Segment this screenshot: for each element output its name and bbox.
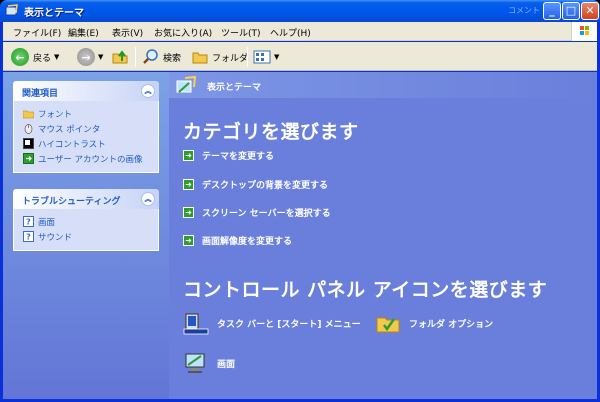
- forward-dropdown-icon[interactable]: ▼: [98, 53, 103, 61]
- task-label: スクリーン セーバーを選択する: [202, 209, 331, 219]
- title-bar[interactable]: 表示とテーマ コメント _ □ ✕: [0, 0, 600, 22]
- views-dropdown-icon[interactable]: ▼: [274, 53, 279, 61]
- help-icon: ?: [23, 216, 34, 227]
- cp-icon-label: フォルダ オプション: [409, 319, 494, 330]
- display-themes-icon: [5, 4, 18, 16]
- troubleshooting-panel: トラブルシューティング ︽ ? 画面 ? サウンド: [13, 189, 159, 251]
- sidebar-item-label: ハイコントラスト: [38, 139, 106, 150]
- close-button[interactable]: ✕: [581, 2, 599, 20]
- svg-text:?: ?: [26, 218, 31, 227]
- sidebar-item-label: サウンド: [38, 232, 73, 243]
- folders-button[interactable]: フォルダ: [191, 47, 248, 67]
- minimize-button[interactable]: _: [543, 2, 561, 20]
- sidebar-item-label: フォント: [38, 109, 73, 120]
- menu-edit[interactable]: 編集(E): [68, 26, 99, 39]
- task-label: デスクトップの背景を変更する: [202, 181, 329, 191]
- mouse-icon: [24, 124, 33, 134]
- toolbar: ← 戻る ▼ → ▼ 検索 フォルダ ▼: [3, 42, 597, 71]
- task-change-resolution[interactable]: ➜ 画面解像度を変更する: [183, 234, 292, 247]
- sidebar-item-label: マウス ポインタ: [38, 124, 101, 135]
- pick-icon-heading: コントロール パネル アイコンを選びます: [183, 279, 548, 301]
- folder-icon: [192, 52, 208, 64]
- task-pane: 関連項目 ︽ フォント マウス ポインタ ハイコントラスト ユーザー アカウント…: [3, 72, 169, 399]
- window-title: 表示とテーマ: [24, 8, 84, 19]
- category-header: 表示とテーマ: [169, 72, 597, 98]
- related-topics-body: フォント マウス ポインタ ハイコントラスト ユーザー アカウントの画像: [13, 101, 159, 173]
- back-label: 戻る: [33, 53, 52, 64]
- svg-text:?: ?: [26, 233, 31, 242]
- display-icon-link[interactable]: 画面: [183, 350, 235, 376]
- sidebar-item-user-account-picture[interactable]: ユーザー アカウントの画像: [23, 151, 150, 166]
- windows-logo: [571, 22, 597, 41]
- sidebar-item-sound-help[interactable]: ? サウンド: [23, 229, 150, 244]
- menu-help[interactable]: ヘルプ(H): [270, 26, 311, 39]
- sidebar-item-display-help[interactable]: ? 画面: [23, 214, 150, 229]
- related-topics-header[interactable]: 関連項目 ︽: [13, 81, 159, 101]
- sidebar-item-label: ユーザー アカウントの画像: [38, 154, 143, 165]
- search-label: 検索: [163, 53, 182, 64]
- collapse-chevron-icon[interactable]: ︽: [141, 192, 155, 206]
- high-contrast-icon: [23, 138, 34, 149]
- forward-button[interactable]: → ▼: [77, 47, 103, 67]
- maximize-button[interactable]: □: [562, 2, 580, 20]
- sidebar-item-fonts[interactable]: フォント: [23, 106, 150, 121]
- menu-bar: ファイル(F) 編集(E) 表示(V) お気に入り(A) ツール(T) ヘルプ(…: [3, 22, 597, 41]
- sidebar-item-high-contrast[interactable]: ハイコントラスト: [23, 136, 150, 151]
- maximize-icon: □: [565, 4, 577, 17]
- troubleshooting-header[interactable]: トラブルシューティング ︽: [13, 189, 159, 209]
- cp-icon-label: 画面: [217, 359, 236, 370]
- folder-options-icon-link[interactable]: フォルダ オプション: [375, 310, 493, 336]
- windows-flag-icon: [580, 26, 589, 35]
- task-arrow-icon: ➜: [183, 150, 194, 161]
- taskbar-icon: [183, 313, 209, 335]
- back-dropdown-icon[interactable]: ▼: [54, 53, 59, 61]
- sidebar-item-mouse-pointers[interactable]: マウス ポインタ: [23, 121, 150, 136]
- pick-task-heading: カテゴリを選びます: [183, 121, 359, 143]
- views-button[interactable]: ▼: [253, 47, 279, 67]
- back-arrow-icon: ←: [11, 48, 29, 66]
- back-button[interactable]: ← 戻る ▼: [11, 47, 59, 67]
- up-folder-button[interactable]: [111, 47, 129, 67]
- menu-file[interactable]: ファイル(F): [13, 26, 61, 39]
- task-label: 画面解像度を変更する: [202, 237, 293, 247]
- folder-options-icon: [376, 317, 400, 333]
- comment-link[interactable]: コメント: [508, 5, 540, 16]
- menu-favorites[interactable]: お気に入り(A): [154, 26, 212, 39]
- close-icon: ✕: [585, 4, 595, 17]
- help-icon: ?: [23, 231, 34, 242]
- toolbar-separator: [135, 47, 136, 67]
- task-label: テーマを変更する: [202, 152, 275, 162]
- cp-icon-label: タスク バーと [スタート] メニュー: [217, 319, 361, 330]
- display-themes-icon: [176, 75, 197, 93]
- sidebar-item-label: 画面: [38, 217, 56, 228]
- task-arrow-icon: ➜: [183, 207, 194, 218]
- task-arrow-icon: ➜: [183, 179, 194, 190]
- task-choose-screensaver[interactable]: ➜ スクリーン セーバーを選択する: [183, 206, 331, 219]
- menu-tools[interactable]: ツール(T): [221, 26, 261, 39]
- content-pane: 表示とテーマ カテゴリを選びます ➜ テーマを変更する ➜ デスクトップの背景を…: [169, 72, 597, 399]
- search-button[interactable]: 検索: [142, 47, 181, 67]
- task-change-desktop-background[interactable]: ➜ デスクトップの背景を変更する: [183, 178, 328, 191]
- task-arrow-icon: ➜: [183, 235, 194, 246]
- folders-label: フォルダ: [212, 53, 249, 64]
- menu-view[interactable]: 表示(V): [112, 26, 143, 39]
- related-topics-panel: 関連項目 ︽ フォント マウス ポインタ ハイコントラスト ユーザー アカウント…: [13, 81, 159, 173]
- category-title: 表示とテーマ: [207, 83, 262, 93]
- arrow-link-icon: [23, 153, 34, 164]
- taskbar-start-menu-icon-link[interactable]: タスク バーと [スタート] メニュー: [183, 310, 361, 336]
- views-icon: [253, 50, 271, 64]
- search-icon: [143, 49, 158, 64]
- forward-arrow-icon: →: [77, 48, 95, 66]
- fonts-folder-icon: [23, 110, 34, 119]
- toolbar-separator: [247, 47, 248, 67]
- task-change-theme[interactable]: ➜ テーマを変更する: [183, 149, 274, 162]
- display-monitor-icon: [185, 353, 205, 373]
- troubleshooting-body: ? 画面 ? サウンド: [13, 209, 159, 251]
- explorer-window: 表示とテーマ コメント _ □ ✕ ファイル(F) 編集(E) 表示(V) お気…: [0, 0, 600, 402]
- collapse-chevron-icon[interactable]: ︽: [141, 84, 155, 98]
- troubleshooting-title: トラブルシューティング: [22, 197, 121, 207]
- minimize-icon: _: [549, 4, 555, 17]
- related-topics-title: 関連項目: [22, 89, 59, 99]
- folder-up-icon: [112, 50, 128, 64]
